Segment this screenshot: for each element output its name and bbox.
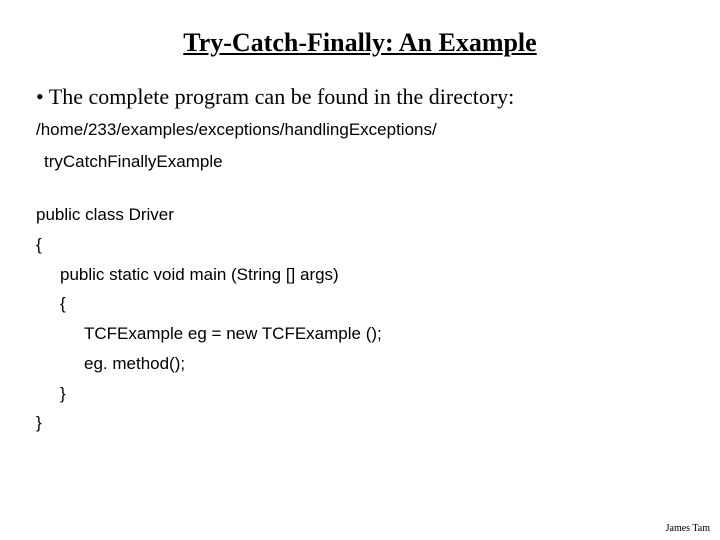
slide-title: Try-Catch-Finally: An Example [36,28,684,58]
directory-path: /home/233/examples/exceptions/handlingEx… [36,120,684,140]
directory-subpath: tryCatchFinallyExample [44,152,684,172]
code-line: public class Driver [36,200,684,230]
code-line: } [60,379,684,409]
code-line: eg. method(); [84,349,684,379]
code-line: public static void main (String [] args) [60,260,684,290]
code-line: { [36,230,684,260]
code-line: { [60,289,684,319]
code-block: public class Driver { public static void… [36,200,684,438]
bullet-intro: • The complete program can be found in t… [36,84,684,110]
footer-author: James Tam [666,523,710,534]
code-line: } [36,408,684,438]
code-line: TCFExample eg = new TCFExample (); [84,319,684,349]
